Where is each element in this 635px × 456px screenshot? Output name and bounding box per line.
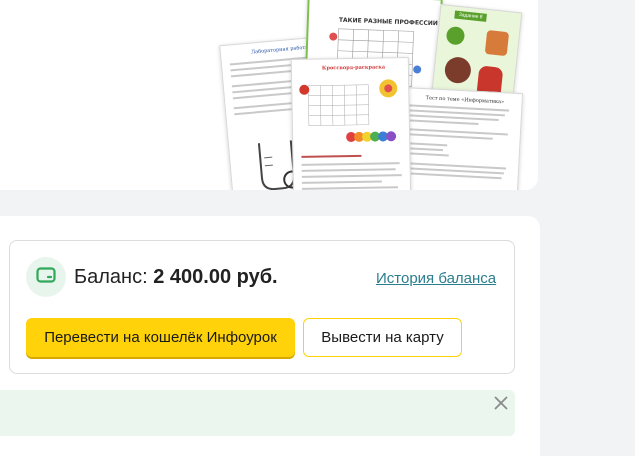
worksheet-collage: Лабораторная работа №1 ТАКИЕ РАЗНЫЕ ПРОФ… [0, 0, 538, 190]
withdraw-to-card-button[interactable]: Вывести на карту [303, 318, 462, 357]
balance-amount: 2 400.00 руб. [153, 266, 278, 288]
worksheet-test: Тест по теме «Информатика» [394, 86, 524, 190]
close-icon [494, 395, 508, 415]
wallet-badge [26, 257, 66, 297]
balance-history-link[interactable]: История баланса [376, 270, 496, 287]
wallet-icon [36, 266, 56, 288]
worksheet-crossword: Кроссворд-раскраска [290, 56, 412, 190]
worksheet-task-title: Задание 8 [454, 10, 487, 22]
notice-banner [0, 390, 515, 436]
close-notice-button[interactable] [490, 394, 512, 416]
worksheet-test-title: Тест по теме «Информатика» [425, 95, 505, 106]
balance-label: Баланс: [74, 266, 148, 288]
worksheet-professions-title: ТАКИЕ РАЗНЫЕ ПРОФЕССИИ [338, 16, 438, 28]
materials-preview-card: Лабораторная работа №1 ТАКИЕ РАЗНЫЕ ПРОФ… [0, 0, 538, 190]
balance-text: Баланс: 2 400.00 руб. [74, 266, 278, 289]
transfer-to-wallet-button[interactable]: Перевести на кошелёк Инфоурок [26, 318, 295, 357]
worksheet-crossword-title: Кроссворд-раскраска [321, 64, 386, 72]
